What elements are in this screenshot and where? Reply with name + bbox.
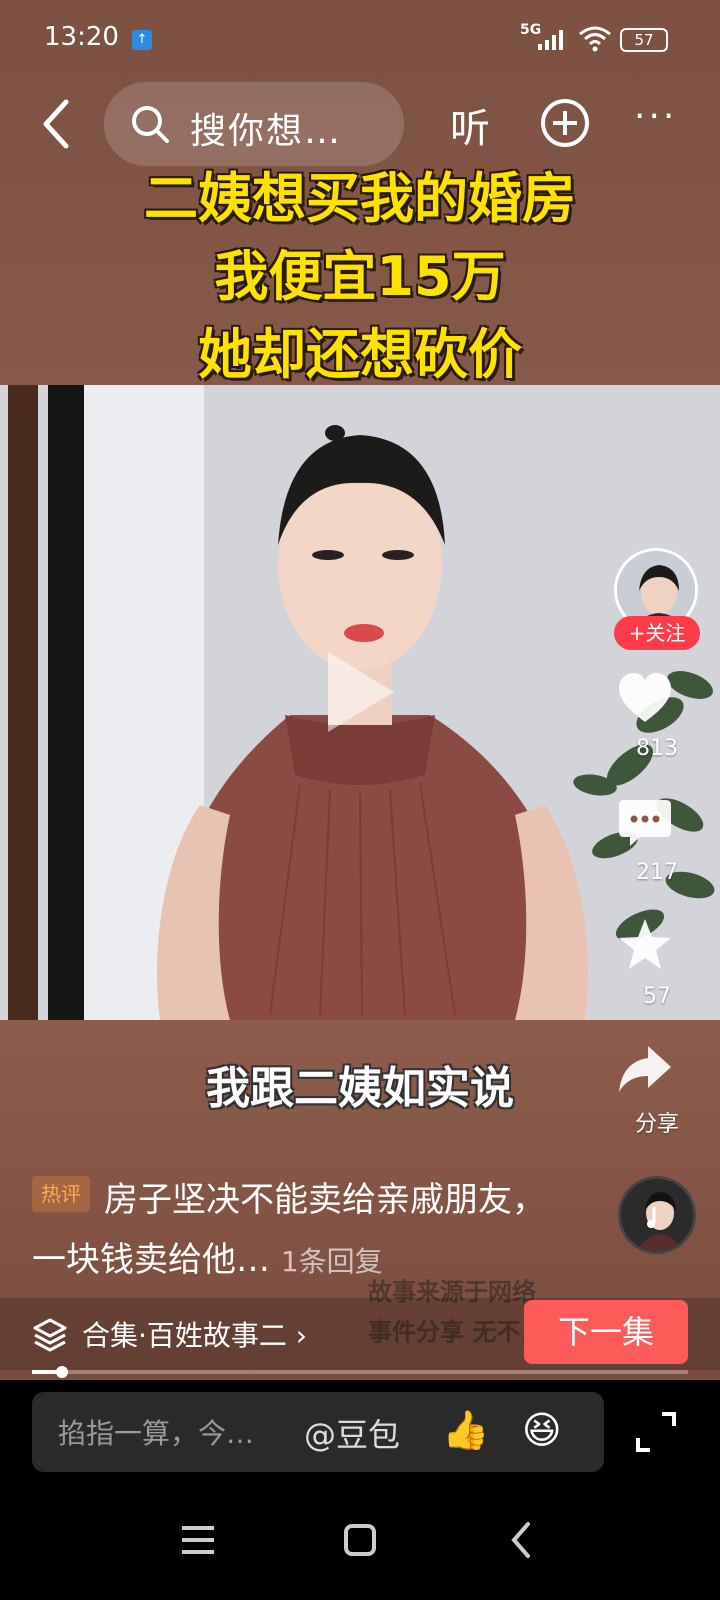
input-placeholder: 掐指一算，今… (58, 1417, 255, 1450)
video-progress-bar[interactable] (32, 1366, 688, 1378)
comment-icon[interactable] (616, 794, 674, 852)
favorite-count: 57 (643, 984, 671, 1009)
system-navigation (0, 1500, 720, 1580)
next-episode-button[interactable]: 下一集 (524, 1300, 688, 1364)
clock: 13:20 (44, 22, 119, 52)
listen-button[interactable]: 听 (450, 96, 490, 154)
follow-button[interactable]: +关注 (614, 616, 700, 650)
mention-doubao[interactable]: @豆包 (304, 1410, 400, 1456)
search-bar[interactable]: 搜你想… (104, 82, 404, 166)
add-icon[interactable] (540, 98, 590, 148)
status-bar: 13:20 ↑ 5G 57 (0, 0, 720, 80)
headline-line-1: 二姨想买我的婚房 (144, 167, 576, 230)
video-headline: 二姨想买我的婚房 我便宜15万 她却还想砍价 (0, 160, 720, 394)
battery-indicator: 57 (620, 28, 668, 52)
menu-icon[interactable] (168, 1510, 228, 1570)
headline-line-2: 我便宜15万 (214, 245, 506, 308)
collection-label: 合集·百姓故事二 › (82, 1319, 307, 1352)
like-count: 813 (636, 736, 678, 761)
comment-input[interactable]: 掐指一算，今… @豆包 👍 😆 (32, 1392, 604, 1472)
notification-icon: ↑ (132, 30, 152, 50)
music-disc[interactable] (618, 1176, 696, 1254)
video-subtitle: 我跟二姨如实说 (206, 1063, 514, 1114)
star-icon[interactable] (616, 916, 674, 974)
progress-knob[interactable] (55, 1366, 68, 1378)
thumbs-up-emoji[interactable]: 👍 (442, 1408, 489, 1453)
wifi-icon (579, 26, 611, 52)
more-icon[interactable]: ··· (634, 96, 677, 137)
search-placeholder: 搜你想… (190, 111, 343, 152)
back-icon[interactable] (36, 96, 76, 152)
search-icon (132, 106, 169, 143)
signal-icon (538, 30, 563, 50)
comment-count: 217 (636, 860, 678, 885)
screen: 13:20 ↑ 5G 57 搜你想… 听 ··· 二姨想买我的婚房 我便宜15万… (0, 0, 720, 1600)
back-nav-icon[interactable] (492, 1510, 552, 1570)
layers-icon (33, 1318, 67, 1352)
headline-line-3: 她却还想砍价 (198, 323, 522, 386)
laughing-emoji[interactable]: 😆 (522, 1408, 562, 1452)
fullscreen-icon[interactable] (634, 1410, 678, 1454)
home-icon[interactable] (330, 1510, 390, 1570)
play-icon[interactable] (322, 646, 400, 738)
heart-icon[interactable] (616, 670, 674, 728)
